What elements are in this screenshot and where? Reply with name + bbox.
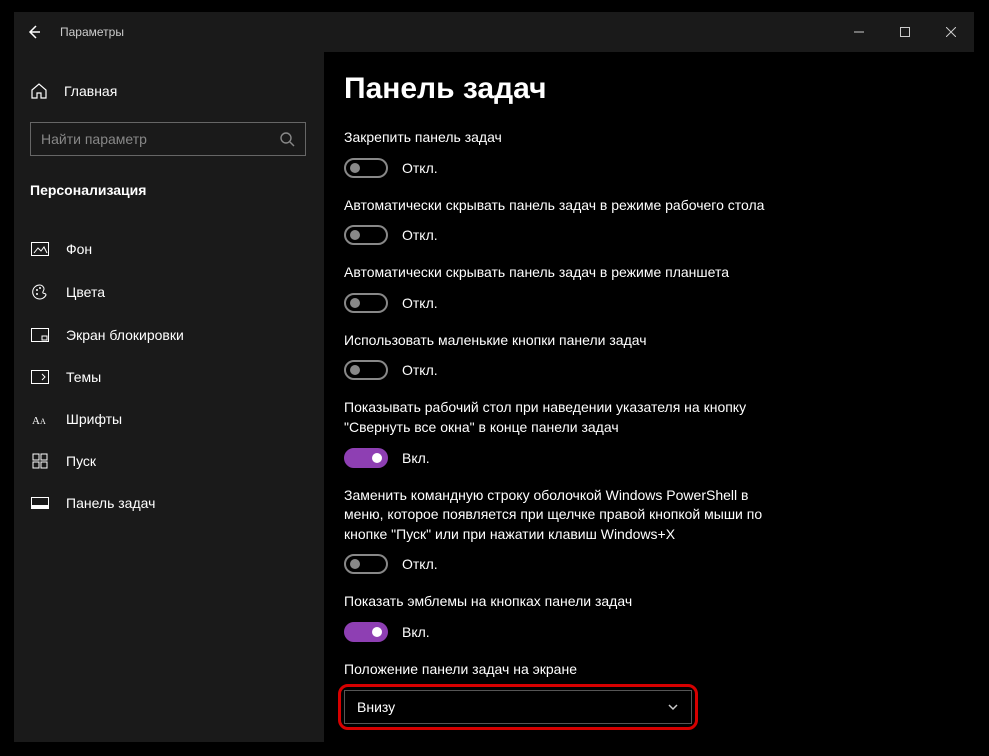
- setting-label: Заменить командную строку оболочкой Wind…: [344, 486, 774, 545]
- toggle-state: Откл.: [402, 160, 438, 176]
- sidebar-category: Персонализация: [14, 170, 324, 210]
- lockscreen-icon: [30, 328, 50, 342]
- taskbar-position-dropdown[interactable]: Внизу: [344, 690, 692, 724]
- position-label: Положение панели задач на экране: [344, 660, 774, 680]
- minimize-button[interactable]: [836, 12, 882, 52]
- search-placeholder: Найти параметр: [41, 131, 147, 147]
- maximize-icon: [900, 27, 910, 37]
- window-title: Параметры: [60, 25, 124, 39]
- page-title: Панель задач: [344, 72, 954, 106]
- themes-icon: [30, 370, 50, 384]
- setting-label: Автоматически скрывать панель задач в ре…: [344, 263, 774, 283]
- start-icon: [30, 453, 50, 469]
- toggle-switch[interactable]: [344, 554, 388, 574]
- maximize-button[interactable]: [882, 12, 928, 52]
- toggle-state: Откл.: [402, 227, 438, 243]
- toggle-state: Вкл.: [402, 450, 430, 466]
- sidebar-item-lockscreen[interactable]: Экран блокировки: [14, 314, 324, 356]
- setting-label: Использовать маленькие кнопки панели зад…: [344, 331, 774, 351]
- setting-label: Показать эмблемы на кнопках панели задач: [344, 592, 774, 612]
- svg-text:A: A: [40, 417, 46, 426]
- back-button[interactable]: [14, 12, 54, 52]
- sidebar-item-themes[interactable]: Темы: [14, 356, 324, 398]
- main-content: Панель задач Закрепить панель задач Откл.…: [324, 52, 974, 742]
- picture-icon: [30, 242, 50, 256]
- toggle-switch[interactable]: [344, 360, 388, 380]
- setting-label: Закрепить панель задач: [344, 128, 774, 148]
- home-icon: [30, 82, 48, 100]
- sidebar-item-label: Темы: [66, 369, 101, 385]
- close-icon: [946, 27, 956, 37]
- toggle-switch[interactable]: [344, 293, 388, 313]
- sidebar-item-label: Фон: [66, 241, 92, 257]
- home-label: Главная: [64, 83, 117, 99]
- arrow-left-icon: [26, 24, 42, 40]
- sidebar-item-taskbar[interactable]: Панель задач: [14, 482, 324, 524]
- sidebar-item-label: Панель задач: [66, 495, 155, 511]
- search-icon: [279, 131, 295, 147]
- setting-label: Показывать рабочий стол при наведении ук…: [344, 398, 774, 437]
- titlebar: Параметры: [14, 12, 974, 52]
- sidebar-item-colors[interactable]: Цвета: [14, 270, 324, 314]
- window-controls: [836, 12, 974, 52]
- toggle-switch[interactable]: [344, 448, 388, 468]
- toggle-switch[interactable]: [344, 622, 388, 642]
- sidebar-item-fonts[interactable]: AA Шрифты: [14, 398, 324, 440]
- toggle-state: Откл.: [402, 295, 438, 311]
- sidebar-item-label: Пуск: [66, 453, 96, 469]
- sidebar: Главная Найти параметр Персонализация Фо…: [14, 52, 324, 742]
- toggle-state: Вкл.: [402, 624, 430, 640]
- sidebar-item-label: Экран блокировки: [66, 327, 184, 343]
- toggle-state: Откл.: [402, 362, 438, 378]
- svg-text:A: A: [32, 415, 40, 426]
- toggle-switch[interactable]: [344, 158, 388, 178]
- settings-window: Параметры Главная Найти параме: [14, 12, 974, 742]
- palette-icon: [30, 283, 50, 301]
- home-nav[interactable]: Главная: [14, 72, 324, 110]
- toggle-state: Откл.: [402, 556, 438, 572]
- toggle-switch[interactable]: [344, 225, 388, 245]
- chevron-down-icon: [667, 701, 679, 713]
- minimize-icon: [854, 27, 864, 37]
- close-button[interactable]: [928, 12, 974, 52]
- search-input[interactable]: Найти параметр: [30, 122, 306, 156]
- sidebar-item-background[interactable]: Фон: [14, 228, 324, 270]
- dropdown-value: Внизу: [357, 699, 395, 715]
- taskbar-icon: [30, 497, 50, 509]
- setting-label: Автоматически скрывать панель задач в ре…: [344, 196, 774, 216]
- sidebar-item-start[interactable]: Пуск: [14, 440, 324, 482]
- sidebar-item-label: Шрифты: [66, 411, 122, 427]
- sidebar-item-label: Цвета: [66, 284, 105, 300]
- fonts-icon: AA: [30, 412, 50, 426]
